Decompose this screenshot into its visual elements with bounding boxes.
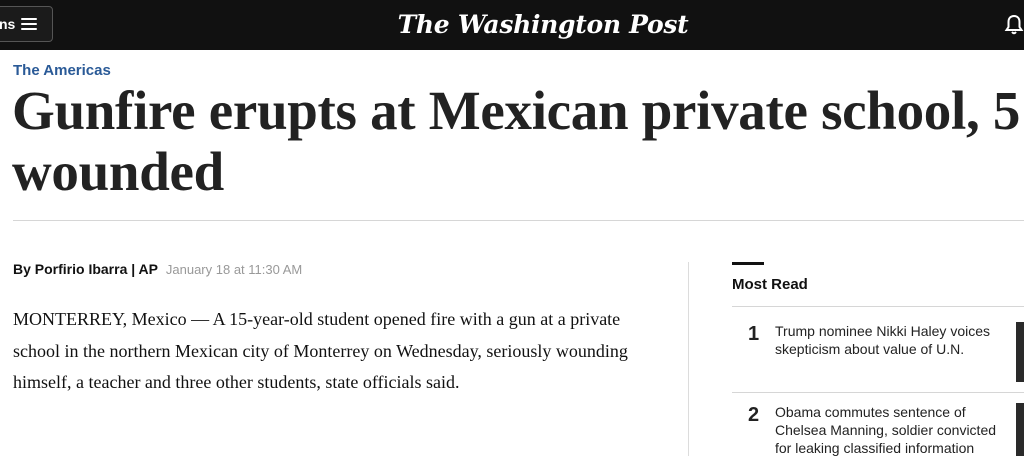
most-read-number: 2 xyxy=(748,404,760,426)
site-logo[interactable]: The Washington Post xyxy=(0,6,1024,44)
most-read-thumbnail[interactable] xyxy=(1016,322,1024,382)
most-read-headline[interactable]: Trump nominee Nikki Haley voices skeptic… xyxy=(775,322,1003,358)
column-divider xyxy=(688,262,689,456)
byline: By Porfirio Ibarra | AP January 18 at 11… xyxy=(13,261,302,277)
author-link[interactable]: By Porfirio Ibarra | AP xyxy=(13,261,158,277)
article-body-paragraph: MONTERREY, Mexico — A 15-year-old studen… xyxy=(13,309,628,392)
headline-divider xyxy=(13,220,1024,221)
most-read-headline[interactable]: Obama commutes sentence of Chelsea Manni… xyxy=(775,403,1003,456)
bell-icon[interactable] xyxy=(1004,14,1024,36)
article-headline: Gunfire erupts at Mexican private school… xyxy=(12,80,1021,202)
most-read-item-1[interactable]: 1 Trump nominee Nikki Haley voices skept… xyxy=(732,306,1024,392)
most-read-item-2[interactable]: 2 Obama commutes sentence of Chelsea Man… xyxy=(732,392,1024,456)
most-read-number: 1 xyxy=(748,323,760,345)
most-read-title: Most Read xyxy=(732,276,808,293)
top-navigation-bar: ns The Washington Post xyxy=(0,0,1024,50)
publish-timestamp: January 18 at 11:30 AM xyxy=(165,262,303,277)
section-kicker-link[interactable]: The Americas xyxy=(13,62,111,79)
most-read-thumbnail[interactable] xyxy=(1016,403,1024,456)
most-read-accent-bar xyxy=(732,262,764,265)
